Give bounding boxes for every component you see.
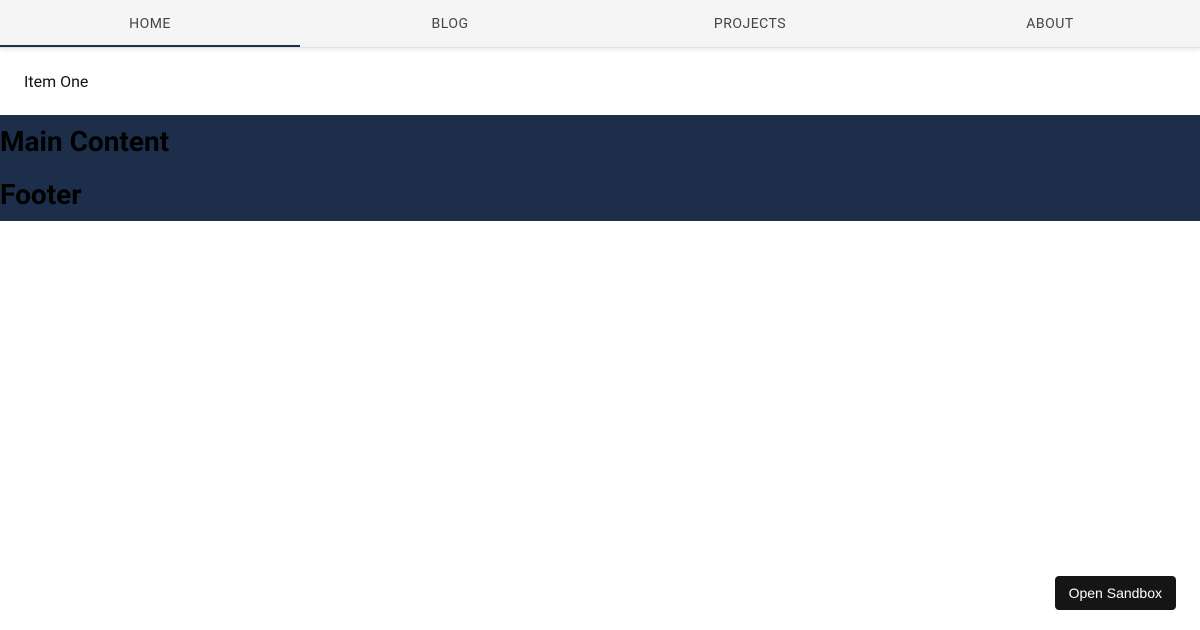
tab-bar: HOME BLOG PROJECTS ABOUT [0,0,1200,48]
tab-panel-home: Item One [0,48,1200,115]
tab-label: ABOUT [1026,16,1073,32]
main-content-heading: Main Content [0,115,1200,168]
tab-panel-text: Item One [24,72,88,91]
tab-projects[interactable]: PROJECTS [600,0,900,47]
open-sandbox-button[interactable]: Open Sandbox [1055,576,1176,610]
tab-blog[interactable]: BLOG [300,0,600,47]
tab-about[interactable]: ABOUT [900,0,1200,47]
footer-heading: Footer [0,168,1200,221]
tab-label: HOME [129,16,171,32]
tab-home[interactable]: HOME [0,0,300,47]
tab-label: PROJECTS [714,16,786,32]
tab-label: BLOG [432,16,469,32]
open-sandbox-label: Open Sandbox [1069,585,1162,601]
main-content-section: Main Content Footer [0,115,1200,221]
